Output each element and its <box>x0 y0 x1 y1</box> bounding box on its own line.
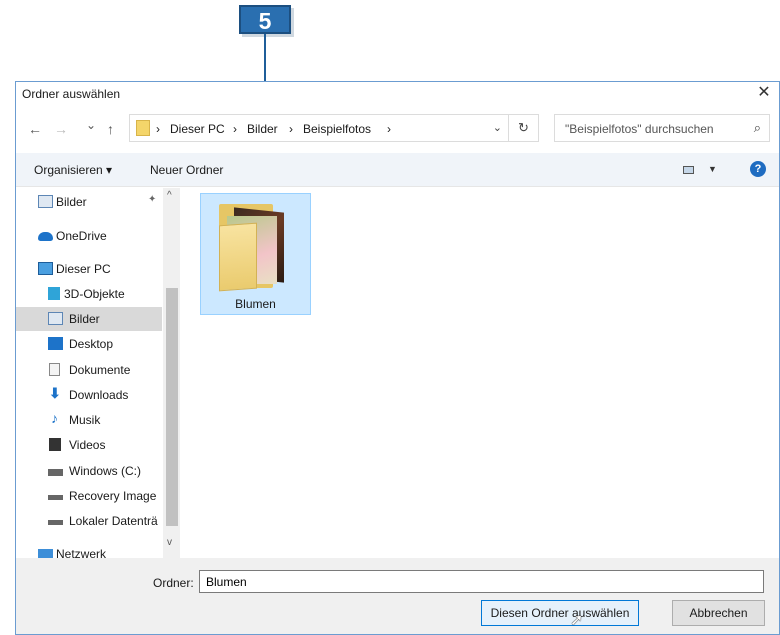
sidebar-item-label: Windows (C:) <box>69 464 142 478</box>
folder-field-label: Ordner: <box>153 576 194 590</box>
desktop-icon <box>48 337 63 350</box>
folder-icon <box>136 120 150 136</box>
address-bar[interactable]: › Dieser PC › Bilder › Beispielfotos › ⌄ <box>129 114 509 142</box>
sidebar-item-videos[interactable]: Videos <box>16 433 162 457</box>
sidebar-item-downloads[interactable]: ⬇ Downloads <box>16 383 162 407</box>
dialog-title: Ordner auswählen <box>22 87 121 101</box>
refresh-icon: ↻ <box>518 120 529 135</box>
sidebar-item-label: Lokaler Datenträ <box>69 514 158 528</box>
mouse-cursor-icon: ➚ <box>570 612 584 629</box>
sidebar-item-dokumente[interactable]: Dokumente <box>16 358 162 382</box>
new-folder-button[interactable]: Neuer Ordner <box>150 163 223 177</box>
breadcrumb-separator: › <box>233 122 237 136</box>
drive-icon <box>48 495 63 500</box>
sidebar-item-label: OneDrive <box>56 229 107 243</box>
folder-front-icon <box>219 222 257 292</box>
pictures-icon <box>48 312 63 325</box>
search-icon: ⌕ <box>753 120 761 135</box>
computer-icon <box>38 262 53 275</box>
sidebar-item-windows-c[interactable]: Windows (C:) <box>16 459 162 483</box>
breadcrumb-bilder[interactable]: Bilder <box>247 122 278 136</box>
drive-icon <box>48 520 63 525</box>
close-button[interactable]: ✕ <box>749 82 779 106</box>
videos-icon <box>49 438 61 451</box>
sidebar-item-label: Dieser PC <box>56 262 111 276</box>
back-arrow-icon[interactable]: ← <box>28 121 42 137</box>
sidebar-item-bilder-quick[interactable]: Bilder ✦ <box>16 190 162 214</box>
dialog-footer: Ordner: Diesen Ordner auswählen Abbreche… <box>16 558 779 634</box>
search-placeholder: "Beispielfotos" durchsuchen <box>565 122 714 136</box>
navigation-pane: Bilder ✦ OneDrive Dieser PC 3D-Objekte B… <box>16 188 181 561</box>
sidebar-item-recovery-image[interactable]: Recovery Image <box>16 484 162 508</box>
pictures-icon <box>38 195 53 208</box>
sidebar-item-label: Recovery Image <box>69 489 157 503</box>
sidebar-item-label: Bilder <box>56 195 87 209</box>
select-folder-button[interactable]: Diesen Ordner auswählen <box>481 600 639 626</box>
sidebar-item-onedrive[interactable]: OneDrive <box>16 224 162 248</box>
downloads-icon: ⬇ <box>49 385 61 401</box>
folder-name-field[interactable] <box>199 570 764 593</box>
sidebar-item-label: Bilder <box>69 312 100 326</box>
title-bar: Ordner auswählen ✕ <box>16 82 779 106</box>
help-icon[interactable]: ? <box>750 161 766 177</box>
documents-icon <box>49 363 60 376</box>
view-dropdown-icon[interactable]: ▼ <box>708 164 717 174</box>
folder-name-label: Blumen <box>235 297 276 311</box>
forward-arrow-icon[interactable]: → <box>54 121 68 137</box>
sidebar-item-musik[interactable]: ♪ Musik <box>16 408 162 432</box>
breadcrumb-separator: › <box>289 122 293 136</box>
sidebar-item-label: 3D-Objekte <box>64 287 125 301</box>
up-arrow-icon[interactable]: ↑ <box>107 121 114 137</box>
sidebar-item-label: Downloads <box>69 388 129 402</box>
breadcrumb-separator: › <box>156 122 160 136</box>
search-input[interactable]: "Beispielfotos" durchsuchen ⌕ <box>554 114 770 142</box>
sidebar-item-lokaler-datentraeger[interactable]: Lokaler Datenträ <box>16 509 162 533</box>
3d-objects-icon <box>48 287 60 300</box>
scrollbar-thumb[interactable] <box>166 288 178 526</box>
breadcrumb-dieser-pc[interactable]: Dieser PC <box>170 122 225 136</box>
navigation-bar: ← → ⌄ ↑ › Dieser PC › Bilder › Beispielf… <box>16 108 779 150</box>
sidebar-scrollbar[interactable]: ^ v <box>163 188 180 558</box>
command-toolbar: Organisieren ▾ Neuer Ordner ▼ ? <box>16 153 779 187</box>
scroll-down-icon[interactable]: v <box>167 537 172 548</box>
breadcrumb-separator: › <box>387 122 391 136</box>
sidebar-item-3d-objekte[interactable]: 3D-Objekte <box>16 282 162 306</box>
sidebar-item-bilder[interactable]: Bilder <box>16 307 162 331</box>
sidebar-item-label: Videos <box>69 438 106 452</box>
sidebar-item-label: Desktop <box>69 337 114 351</box>
chevron-down-icon[interactable]: ⌄ <box>493 121 502 134</box>
organize-menu-button[interactable]: Organisieren ▾ <box>34 163 112 177</box>
folder-item-blumen[interactable]: Blumen <box>200 193 311 315</box>
breadcrumb-beispielfotos[interactable]: Beispielfotos <box>303 122 371 136</box>
refresh-button[interactable]: ↻ <box>509 114 539 142</box>
drive-icon <box>48 469 63 476</box>
sidebar-item-desktop[interactable]: Desktop <box>16 332 162 356</box>
pin-icon[interactable]: ✦ <box>148 194 156 205</box>
cancel-button[interactable]: Abbrechen <box>672 600 765 626</box>
music-icon: ♪ <box>51 410 58 426</box>
sidebar-item-dieser-pc[interactable]: Dieser PC <box>16 257 162 281</box>
recent-locations-icon[interactable]: ⌄ <box>86 118 96 132</box>
scroll-up-icon[interactable]: ^ <box>167 190 172 201</box>
step-callout-badge: 5 <box>239 5 291 34</box>
sidebar-item-label: Musik <box>69 413 101 427</box>
sidebar-item-label: Dokumente <box>69 363 131 377</box>
folder-picker-dialog: Ordner auswählen ✕ ← → ⌄ ↑ › Dieser PC ›… <box>15 81 780 635</box>
view-options-icon[interactable] <box>683 166 694 174</box>
onedrive-icon <box>38 232 53 241</box>
